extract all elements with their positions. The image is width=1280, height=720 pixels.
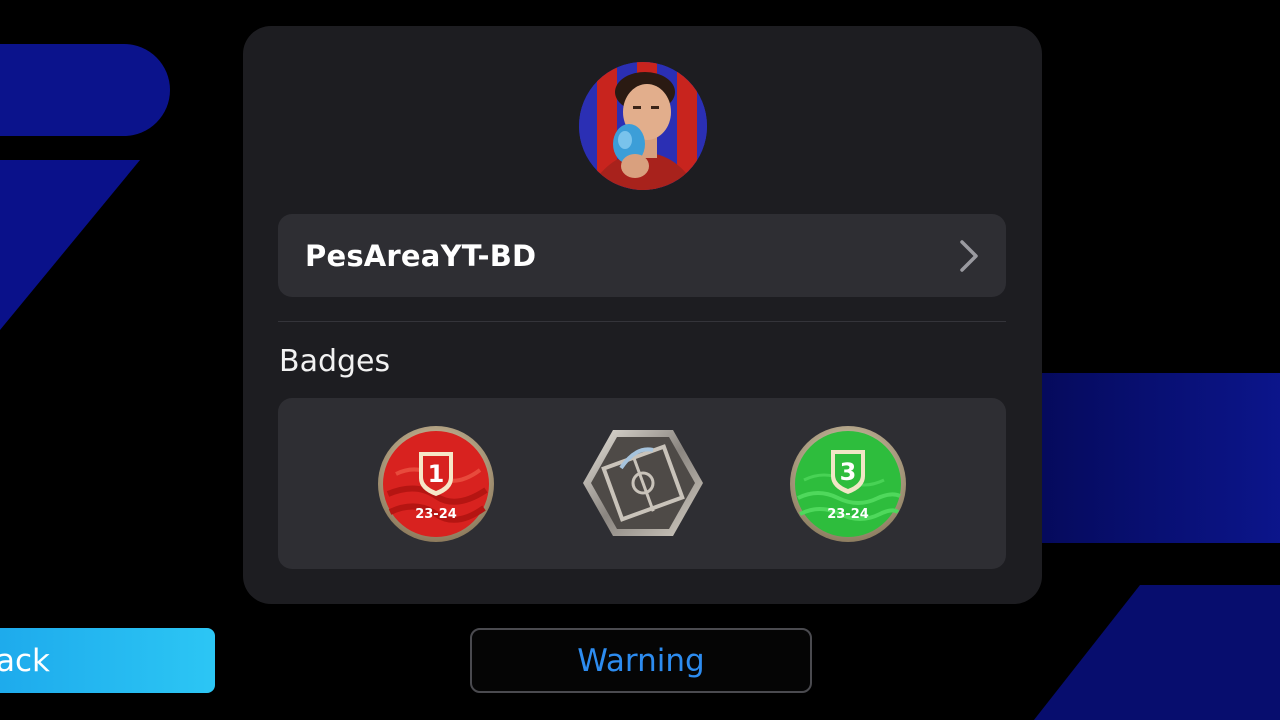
badges-section-title: Badges <box>279 344 391 379</box>
divider <box>278 321 1006 322</box>
background-slash-shape <box>0 160 140 330</box>
badge-3-season-text: 23-24 <box>827 507 869 522</box>
chevron-right-icon <box>960 240 978 272</box>
back-button-label: ack <box>0 642 50 679</box>
profile-name: PesAreaYT-BD <box>305 238 537 273</box>
warning-button[interactable]: Warning <box>470 628 812 693</box>
badges-panel: 1 23-24 3 23-24 <box>278 398 1006 569</box>
back-button[interactable]: ack <box>0 628 215 693</box>
profile-card: PesAreaYT-BD Badges 1 23-24 3 23-24 <box>243 26 1042 604</box>
background-rect-shape <box>1040 373 1280 543</box>
warning-button-label: Warning <box>577 642 705 679</box>
badge-3-rank-text: 3 <box>840 458 857 486</box>
player-avatar-icon[interactable] <box>579 62 707 190</box>
pitch-hexagon-icon[interactable] <box>581 428 705 538</box>
badge-rank-1[interactable]: 1 23-24 <box>376 424 496 544</box>
badge-1-season-text: 23-24 <box>415 507 457 522</box>
badge-1-rank-text: 1 <box>428 460 445 488</box>
background-slash-shape-right <box>1033 585 1280 720</box>
profile-name-row[interactable]: PesAreaYT-BD <box>278 214 1006 297</box>
background-pill-shape <box>0 44 170 136</box>
badge-rank-3[interactable]: 3 23-24 <box>788 424 908 544</box>
